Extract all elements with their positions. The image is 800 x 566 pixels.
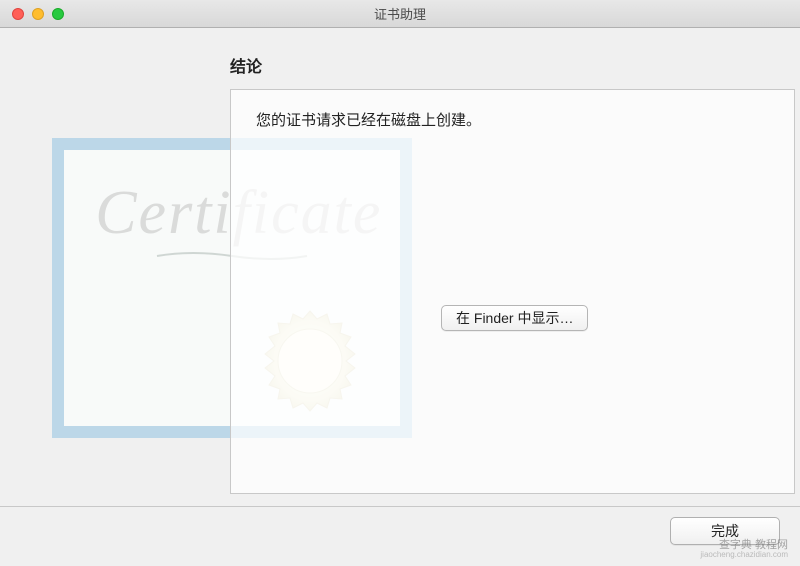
content-area: 结论 Certificate	[0, 28, 800, 494]
minimize-window-button[interactable]	[32, 8, 44, 20]
traffic-lights	[0, 8, 64, 20]
status-message: 您的证书请求已经在磁盘上创建。	[256, 110, 769, 133]
watermark: 查字典 教程网 jiaocheng.chazidian.com	[700, 539, 788, 560]
window-title: 证书助理	[374, 4, 426, 23]
main-panel: 您的证书请求已经在磁盘上创建。 在 Finder 中显示…	[230, 89, 795, 494]
page-heading: 结论	[230, 53, 780, 77]
watermark-line2: jiaocheng.chazidian.com	[700, 551, 788, 560]
titlebar: 证书助理	[0, 0, 800, 28]
close-window-button[interactable]	[12, 8, 24, 20]
maximize-window-button[interactable]	[52, 8, 64, 20]
footer: 完成	[0, 506, 800, 566]
show-in-finder-button[interactable]: 在 Finder 中显示…	[441, 305, 588, 331]
